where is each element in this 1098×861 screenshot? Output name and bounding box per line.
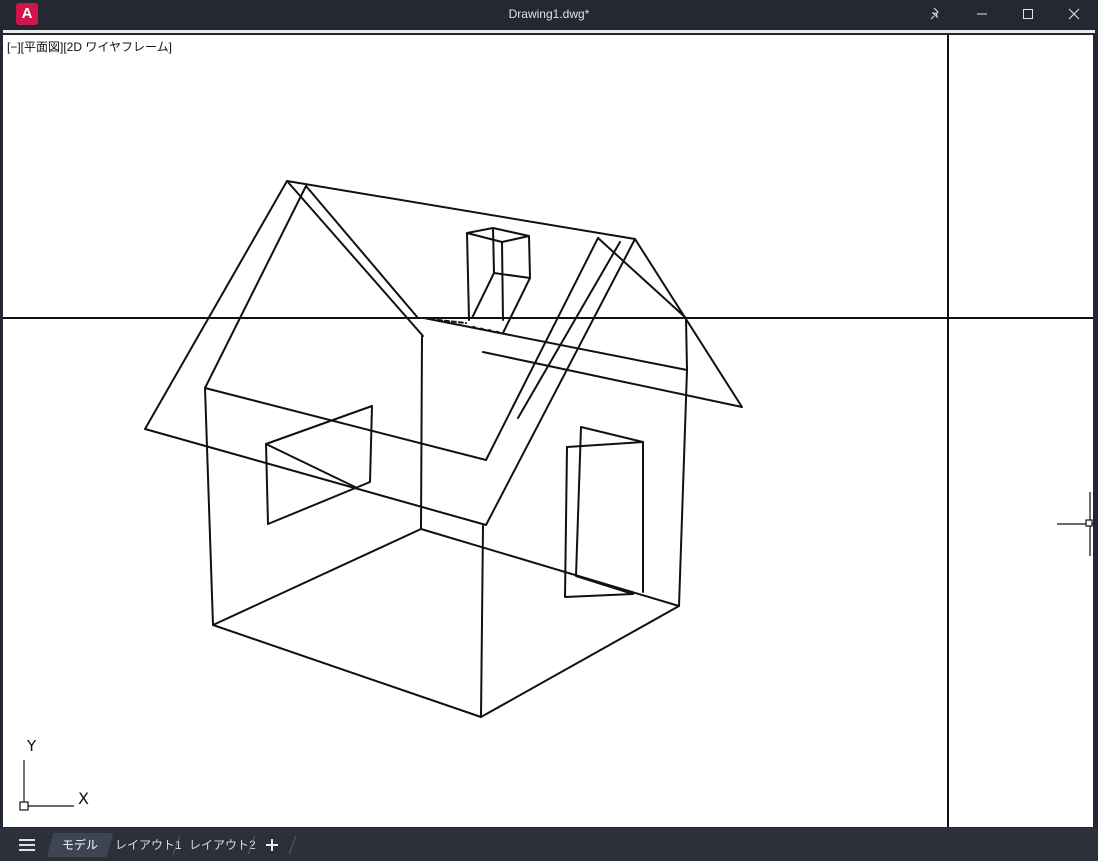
maximize-button[interactable] [1005,0,1051,28]
wall-right [480,369,688,718]
pin-icon [930,7,939,20]
title-separator [3,30,1095,33]
minimize-icon [977,13,987,15]
ucs-x-label: X [78,789,89,808]
layout-menu-button[interactable] [12,834,42,856]
window-diag [265,443,356,488]
app-logo-icon[interactable]: A [16,3,38,25]
door-top [566,441,644,448]
chimney-right [471,235,531,319]
chimney-diag [502,277,531,334]
pin-button[interactable] [913,0,959,28]
ucs-icon [19,760,74,811]
roof-right-outer [482,238,743,408]
house-wireframe-drawing[interactable] [3,35,1093,827]
floor-back-left [212,528,680,626]
roof-front-inner [204,185,487,461]
hamburger-icon [19,839,35,851]
wall-back-vertical [420,335,423,530]
title-bar[interactable]: A Drawing1.dwg* [0,0,1098,30]
minimize-button[interactable] [959,0,1005,28]
window-frame [265,405,373,525]
close-icon [1068,8,1080,20]
chimney-front [501,241,504,321]
add-layout-button[interactable] [262,834,282,856]
chimney-mid [492,227,495,274]
door-outer [580,426,644,593]
roof-ridge-back [517,241,621,419]
door-inner [575,426,634,595]
ucs-y-label: Y [27,737,37,755]
roof-front-outer [144,180,636,526]
cursor-box [1085,519,1093,527]
plus-icon [266,839,278,851]
autocad-window: A Drawing1.dwg* [−][平面図][2D ワイヤフレーム] Y X… [0,0,1098,861]
view-label[interactable]: [−][平面図][2D ワイヤフレーム] [7,38,172,55]
tab-separator [288,836,297,854]
drawing-viewport[interactable]: [−][平面図][2D ワイヤフレーム] Y X [3,35,1093,827]
wall-left-front [204,387,484,718]
chimney-left [466,232,470,321]
close-button[interactable] [1051,0,1097,28]
chimney-top [466,227,530,243]
tab-model-label: モデル [62,838,99,852]
roof-left-gable [286,180,424,337]
maximize-icon [1023,9,1033,19]
roof-inner-gable [305,185,419,319]
layout-tabs-bar: モデル レイアウト1 レイアウト2 [0,828,1098,861]
